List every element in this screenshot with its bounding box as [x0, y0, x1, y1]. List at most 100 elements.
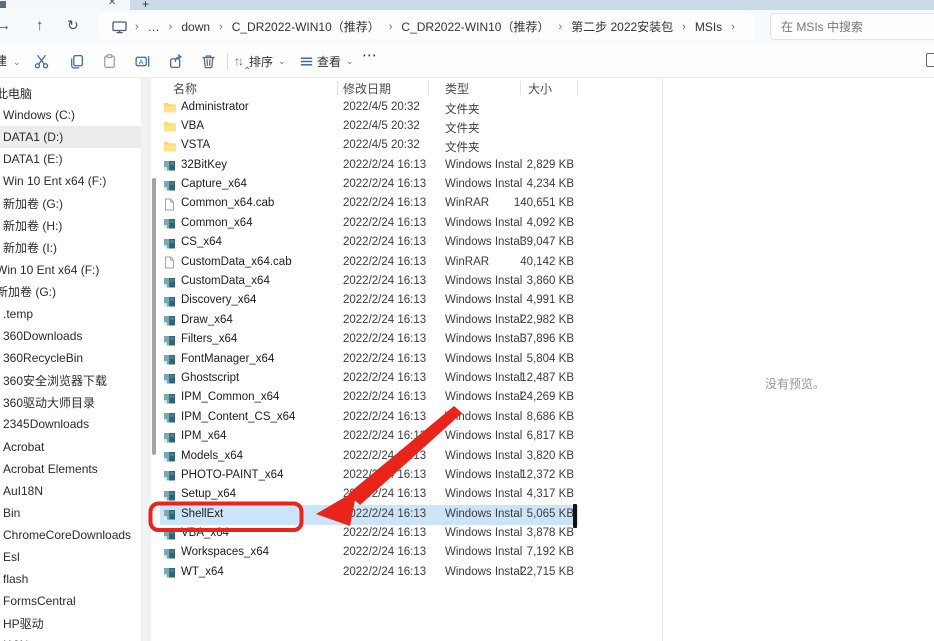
- breadcrumb-item[interactable]: C_DR2022-WIN10（推荐）: [230, 16, 382, 37]
- sidebar-item[interactable]: DATA1 (E:): [0, 148, 141, 170]
- table-row[interactable]: Common_x64.cab2022/2/24 16:13WinRAR140,6…: [160, 195, 578, 214]
- rename-button[interactable]: A: [130, 48, 154, 74]
- folder-icon: [163, 101, 176, 114]
- table-row[interactable]: Administrator2022/4/5 20:32文件夹: [160, 98, 578, 117]
- table-row[interactable]: Discovery_x642022/2/24 16:13Windows Inst…: [160, 292, 578, 311]
- breadcrumb-item[interactable]: down: [179, 18, 212, 36]
- table-row[interactable]: Filters_x642022/2/24 16:13Windows Instal…: [160, 331, 578, 350]
- table-row[interactable]: VBA2022/4/5 20:32文件夹: [160, 117, 578, 136]
- search-input[interactable]: [770, 13, 934, 40]
- table-row[interactable]: 32BitKey2022/2/24 16:13Windows Install..…: [160, 156, 578, 175]
- copy-button[interactable]: [64, 48, 88, 74]
- file-date: 2022/2/24 16:13: [343, 256, 426, 268]
- sidebar-item[interactable]: 新加卷 (G:): [0, 281, 141, 303]
- breadcrumb-item[interactable]: MSIs: [693, 18, 724, 36]
- breadcrumb-item[interactable]: 第二步 2022安装包: [569, 16, 675, 37]
- header-size[interactable]: 大小: [528, 80, 552, 97]
- table-row[interactable]: IPM_x642022/2/24 16:13Windows Install...…: [160, 428, 578, 447]
- sidebar-item[interactable]: HP驱动: [0, 612, 141, 634]
- table-row[interactable]: Capture_x642022/2/24 16:13Windows Instal…: [160, 176, 578, 195]
- sidebar-item[interactable]: I18N: [0, 634, 141, 641]
- sidebar-item[interactable]: FormsCentral: [0, 590, 141, 612]
- sidebar-item[interactable]: Acrobat: [0, 436, 141, 458]
- table-row[interactable]: Setup_x642022/2/24 16:13Windows Install.…: [160, 486, 578, 505]
- cab-icon: [163, 198, 176, 211]
- sidebar-item[interactable]: Acrobat Elements: [0, 458, 141, 480]
- file-date: 2022/4/5 20:32: [343, 120, 420, 132]
- sidebar-item[interactable]: 此电脑: [0, 82, 141, 104]
- table-row[interactable]: Workspaces_x642022/2/24 16:13Windows Ins…: [160, 544, 578, 563]
- sidebar-item[interactable]: .temp: [0, 303, 141, 325]
- file-size: 2,829 KB: [486, 159, 574, 171]
- file-type: 文件夹: [445, 101, 523, 117]
- table-row[interactable]: IPM_Content_CS_x642022/2/24 16:13Windows…: [160, 408, 578, 427]
- share-button[interactable]: [164, 48, 188, 74]
- sidebar-item[interactable]: Windows (C:): [0, 104, 141, 126]
- sidebar-item[interactable]: 新加卷 (H:): [0, 215, 141, 237]
- sidebar-item[interactable]: 新加卷 (I:): [0, 237, 141, 259]
- table-row[interactable]: Common_x642022/2/24 16:13Windows Install…: [160, 214, 578, 233]
- table-row[interactable]: WT_x642022/2/24 16:13Windows Install...2…: [160, 563, 578, 582]
- sidebar-item[interactable]: AuI18N: [0, 480, 141, 502]
- table-row[interactable]: Draw_x642022/2/24 16:13Windows Install..…: [160, 311, 578, 330]
- view-label: 查看: [317, 53, 341, 70]
- table-row[interactable]: Ghostscript2022/2/24 16:13Windows Instal…: [160, 369, 578, 388]
- table-row[interactable]: Models_x642022/2/24 16:13Windows Install…: [160, 447, 578, 466]
- up-icon[interactable]: ↑: [36, 17, 44, 34]
- sidebar-item[interactable]: Win 10 Ent x64 (F:): [0, 170, 141, 192]
- this-pc-icon[interactable]: [111, 19, 128, 35]
- breadcrumb-item[interactable]: C_DR2022-WIN10（推荐）: [399, 16, 551, 37]
- sidebar-item-label: 新加卷 (G:): [0, 283, 56, 300]
- refresh-icon[interactable]: ↻: [67, 17, 79, 34]
- header-date[interactable]: 修改日期: [343, 80, 391, 97]
- forward-icon[interactable]: →: [0, 17, 11, 34]
- header-name[interactable]: 名称: [173, 80, 197, 97]
- navigation-bar: → ↑ ↻ ›…›down›C_DR2022-WIN10（推荐）›C_DR202…: [0, 10, 934, 44]
- msi-icon: [163, 411, 176, 424]
- msi-icon: [163, 566, 176, 579]
- table-row[interactable]: PHOTO-PAINT_x642022/2/24 16:13Windows In…: [160, 466, 578, 485]
- sidebar-item[interactable]: 360RecycleBin: [0, 347, 141, 369]
- new-button[interactable]: 建⌄: [0, 52, 21, 69]
- sidebar-item[interactable]: 2345Downloads: [0, 413, 141, 435]
- sidebar-item[interactable]: ChromeCoreDownloads: [0, 524, 141, 546]
- column-divider[interactable]: [428, 81, 429, 95]
- table-row[interactable]: VBA_x642022/2/24 16:13Windows Install...…: [160, 525, 578, 544]
- table-row[interactable]: ShellExt2022/2/24 16:13Windows Install..…: [160, 505, 578, 524]
- file-name: CustomData_x64.cab: [181, 256, 292, 268]
- view-button[interactable]: 查看 ⌄: [299, 48, 354, 74]
- sidebar-item-label: HP驱动: [0, 615, 44, 632]
- paste-button[interactable]: [97, 48, 121, 74]
- column-divider[interactable]: [577, 81, 578, 95]
- table-row[interactable]: CustomData_x642022/2/24 16:13Windows Ins…: [160, 273, 578, 292]
- preview-pane-icon[interactable]: [926, 53, 934, 67]
- table-row[interactable]: VSTA2022/4/5 20:32文件夹: [160, 137, 578, 156]
- sort-button[interactable]: ↑↓ 排序 ⌄: [234, 48, 286, 74]
- tab-close-icon[interactable]: ✕: [108, 0, 116, 8]
- table-row[interactable]: CS_x642022/2/24 16:13Windows Install...3…: [160, 234, 578, 253]
- sidebar-item[interactable]: Bin: [0, 502, 141, 524]
- sidebar-item[interactable]: 360Downloads: [0, 325, 141, 347]
- column-divider[interactable]: [337, 81, 338, 95]
- sidebar-item[interactable]: 360安全浏览器下载: [0, 369, 141, 391]
- sidebar-item[interactable]: flash: [0, 568, 141, 590]
- column-divider[interactable]: [520, 81, 521, 95]
- preview-pane-divider[interactable]: [662, 78, 663, 641]
- sidebar-scrollbar[interactable]: [152, 178, 156, 455]
- sidebar-item[interactable]: Win 10 Ent x64 (F:): [0, 259, 141, 281]
- sidebar-item[interactable]: 新加卷 (G:): [0, 192, 141, 214]
- table-row[interactable]: CustomData_x64.cab2022/2/24 16:13WinRAR4…: [160, 253, 578, 272]
- active-tab[interactable]: ✕: [0, 0, 130, 10]
- chevron-down-icon: ⌄: [346, 56, 354, 67]
- sidebar-item[interactable]: DATA1 (D:): [0, 126, 141, 148]
- toolbar-separator: [227, 53, 228, 70]
- table-row[interactable]: FontManager_x642022/2/24 16:13Windows In…: [160, 350, 578, 369]
- delete-button[interactable]: [196, 48, 220, 74]
- header-type[interactable]: 类型: [445, 80, 469, 97]
- breadcrumb-item[interactable]: …: [146, 18, 162, 36]
- sidebar-item[interactable]: Esl: [0, 546, 141, 568]
- more-options-button[interactable]: ⋯: [362, 46, 378, 64]
- sidebar-item[interactable]: 360驱动大师目录: [0, 391, 141, 413]
- cut-button[interactable]: [29, 48, 53, 74]
- table-row[interactable]: IPM_Common_x642022/2/24 16:13Windows Ins…: [160, 389, 578, 408]
